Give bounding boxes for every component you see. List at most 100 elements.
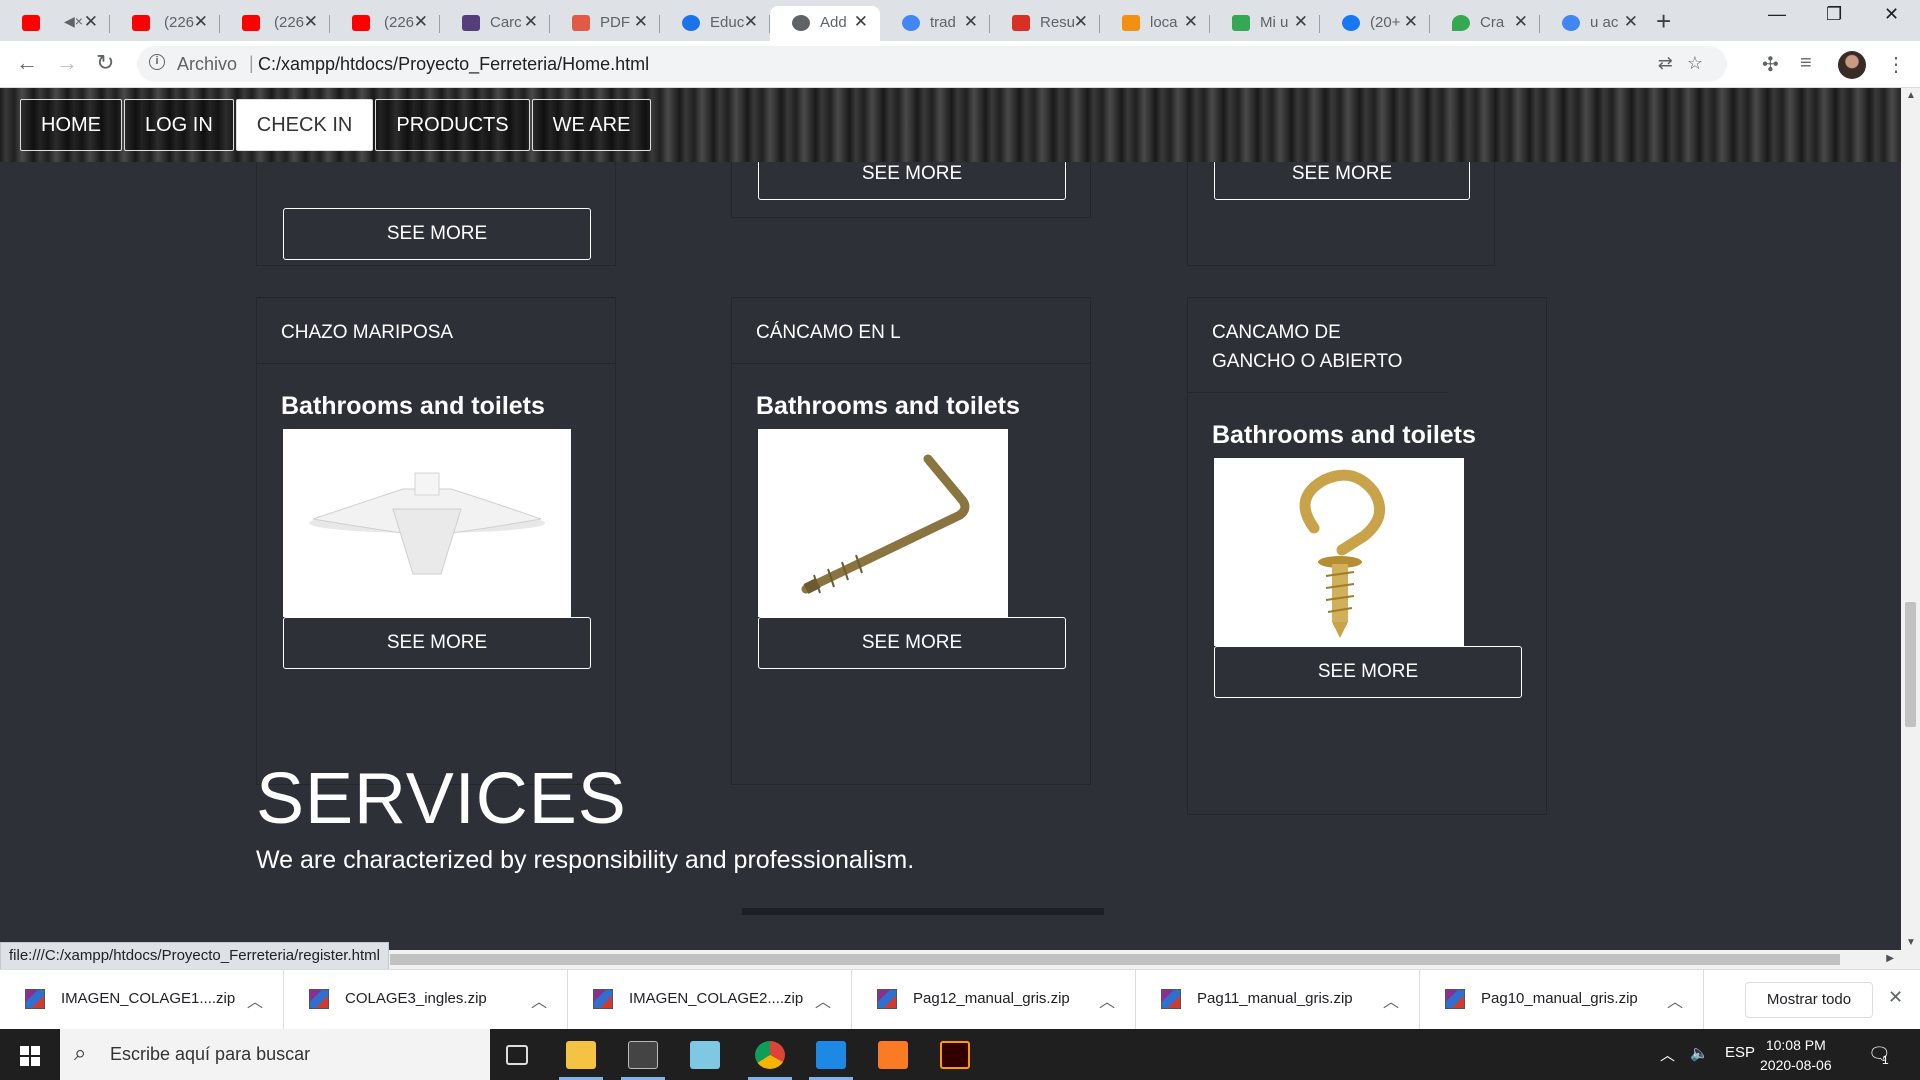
language-indicator[interactable]: ESP bbox=[1725, 1044, 1755, 1061]
volume-icon[interactable]: 🔈 bbox=[1690, 1044, 1709, 1062]
minimize-button[interactable]: — bbox=[1768, 4, 1786, 25]
chevron-up-icon[interactable]: ︿ bbox=[1383, 988, 1399, 1012]
browser-tab[interactable]: PDF ✕ bbox=[550, 6, 660, 41]
extensions-icon[interactable]: ✣ bbox=[1762, 52, 1779, 77]
close-tab-icon[interactable]: ✕ bbox=[854, 12, 868, 32]
see-more-button[interactable]: SEE MORE bbox=[283, 208, 591, 260]
close-tab-icon[interactable]: ✕ bbox=[524, 12, 538, 32]
close-tab-icon[interactable]: ✕ bbox=[1294, 12, 1308, 32]
google-icon bbox=[1562, 15, 1580, 31]
browser-tab[interactable]: Carc ✕ bbox=[440, 6, 550, 41]
close-tab-icon[interactable]: ✕ bbox=[1514, 12, 1528, 32]
close-icon[interactable]: ✕ bbox=[1888, 987, 1903, 1008]
browser-tab[interactable]: (20+ ✕ bbox=[1320, 6, 1430, 41]
file-explorer-icon[interactable] bbox=[566, 1041, 596, 1069]
close-tab-icon[interactable]: ✕ bbox=[84, 12, 98, 32]
product-card: CHAZO MARIPOSA Bathrooms and toilets SEE… bbox=[256, 297, 616, 785]
show-all-downloads-button[interactable]: Mostrar todo bbox=[1745, 982, 1873, 1018]
nav-check-in[interactable]: CHECK IN bbox=[235, 99, 374, 151]
reload-button[interactable]: ↻ bbox=[96, 50, 114, 76]
close-tab-icon[interactable]: ✕ bbox=[964, 12, 978, 32]
browser-tab[interactable]: trad ✕ bbox=[880, 6, 990, 41]
close-tab-icon[interactable]: ✕ bbox=[414, 12, 428, 32]
nav-products[interactable]: PRODUCTS bbox=[375, 99, 530, 151]
scroll-down-arrow-icon[interactable]: ▼ bbox=[1906, 937, 1916, 948]
nav-home[interactable]: HOME bbox=[20, 99, 122, 151]
download-filename: Pag10_manual_gris.zip bbox=[1481, 990, 1638, 1007]
menu-icon[interactable]: ⋮ bbox=[1886, 52, 1906, 77]
address-url[interactable]: C:/xampp/htdocs/Proyecto_Ferreteria/Home… bbox=[258, 54, 649, 75]
product-image bbox=[283, 429, 571, 617]
windows-taskbar: ⌕ Escribe aquí para buscar ︿ 🔈 ESP 10:08… bbox=[0, 1029, 1920, 1080]
browser-tab[interactable]: Cra ✕ bbox=[1430, 6, 1540, 41]
close-tab-icon[interactable]: ✕ bbox=[744, 12, 758, 32]
scroll-right-arrow-icon[interactable]: ▶ bbox=[1886, 953, 1894, 964]
chevron-up-icon[interactable]: ︿ bbox=[815, 988, 831, 1012]
horizontal-scrollbar-thumb[interactable] bbox=[390, 954, 1840, 965]
download-item[interactable]: Pag10_manual_gris.zip ︿ bbox=[1420, 970, 1704, 1030]
forward-button[interactable]: → bbox=[56, 50, 78, 76]
translate-icon[interactable]: ⇄ bbox=[1658, 53, 1687, 73]
see-more-button[interactable]: SEE MORE bbox=[758, 617, 1066, 669]
close-tab-icon[interactable]: ✕ bbox=[1184, 12, 1198, 32]
download-filename: Pag11_manual_gris.zip bbox=[1197, 990, 1353, 1007]
chrome-icon[interactable] bbox=[755, 1041, 785, 1069]
browser-tab[interactable]: Mi u ✕ bbox=[1210, 6, 1320, 41]
browser-tab-active[interactable]: Add ✕ bbox=[770, 6, 880, 41]
browser-tab[interactable]: (226 ✕ bbox=[110, 6, 220, 41]
audio-muted-icon[interactable]: ◀× bbox=[64, 13, 83, 30]
browser-tab[interactable]: (226 ✕ bbox=[220, 6, 330, 41]
task-view-icon[interactable] bbox=[506, 1045, 528, 1065]
browser-tab[interactable]: Educ ✕ bbox=[660, 6, 770, 41]
cup-hook-icon bbox=[1299, 469, 1386, 638]
chevron-up-icon[interactable]: ︿ bbox=[1667, 988, 1683, 1012]
notepad-icon[interactable] bbox=[690, 1041, 720, 1069]
close-tab-icon[interactable]: ✕ bbox=[304, 12, 318, 32]
clock-date: 2020-08-06 bbox=[1760, 1057, 1832, 1073]
back-button[interactable]: ← bbox=[16, 50, 38, 76]
browser-tab[interactable]: ◀× ✕ bbox=[0, 6, 110, 41]
notion-icon[interactable] bbox=[628, 1041, 658, 1069]
vscode-icon[interactable] bbox=[816, 1041, 846, 1069]
new-tab-button[interactable]: + bbox=[1656, 6, 1671, 37]
chevron-up-icon[interactable]: ︿ bbox=[531, 988, 547, 1012]
see-more-button[interactable]: SEE MORE bbox=[283, 617, 591, 669]
close-window-button[interactable]: ✕ bbox=[1884, 4, 1899, 25]
vertical-scrollbar[interactable]: ▲ ▼ bbox=[1901, 88, 1920, 950]
download-item[interactable]: Pag12_manual_gris.zip ︿ bbox=[852, 970, 1136, 1030]
download-item[interactable]: Pag11_manual_gris.zip ︿ bbox=[1136, 970, 1420, 1030]
scrollbar-thumb[interactable] bbox=[1905, 602, 1916, 727]
browser-tab[interactable]: Resu ✕ bbox=[990, 6, 1100, 41]
close-tab-icon[interactable]: ✕ bbox=[1074, 12, 1088, 32]
nav-login[interactable]: LOG IN bbox=[124, 99, 234, 151]
xampp-icon[interactable] bbox=[878, 1041, 908, 1069]
close-tab-icon[interactable]: ✕ bbox=[1404, 12, 1418, 32]
chevron-up-icon[interactable]: ︿ bbox=[1660, 1044, 1675, 1065]
product-image bbox=[758, 429, 1008, 617]
windows-start-icon[interactable] bbox=[20, 1046, 40, 1066]
browser-tab[interactable]: loca ✕ bbox=[1100, 6, 1210, 41]
download-item[interactable]: IMAGEN_COLAGE2....zip ︿ bbox=[568, 970, 852, 1030]
media-control-icon[interactable]: ≡ bbox=[1800, 52, 1812, 75]
nav-we-are[interactable]: WE ARE bbox=[531, 99, 652, 151]
close-tab-icon[interactable]: ✕ bbox=[1624, 12, 1638, 32]
restore-button[interactable]: ❐ bbox=[1826, 4, 1842, 25]
profile-avatar[interactable] bbox=[1838, 51, 1866, 79]
chevron-up-icon[interactable]: ︿ bbox=[247, 988, 263, 1012]
chevron-up-icon[interactable]: ︿ bbox=[1099, 988, 1115, 1012]
info-icon[interactable]: i bbox=[149, 54, 165, 70]
download-item[interactable]: IMAGEN_COLAGE1....zip ︿ bbox=[0, 970, 284, 1030]
scroll-up-arrow-icon[interactable]: ▲ bbox=[1906, 90, 1916, 101]
bookmark-star-icon[interactable]: ☆ bbox=[1687, 53, 1717, 73]
address-bar[interactable]: i Archivo | C:/xampp/htdocs/Proyecto_Fer… bbox=[137, 46, 1727, 82]
close-tab-icon[interactable]: ✕ bbox=[194, 12, 208, 32]
system-clock[interactable]: 10:08 PM 2020-08-06 bbox=[1760, 1035, 1832, 1075]
download-filename: COLAGE3_ingles.zip bbox=[345, 990, 487, 1007]
browser-tab[interactable]: u ac ✕ bbox=[1540, 6, 1650, 41]
close-tab-icon[interactable]: ✕ bbox=[634, 12, 648, 32]
browser-tab[interactable]: (226 ✕ bbox=[330, 6, 440, 41]
taskbar-search[interactable]: ⌕ Escribe aquí para buscar bbox=[60, 1029, 490, 1080]
illustrator-icon[interactable] bbox=[940, 1041, 970, 1069]
see-more-button[interactable]: SEE MORE bbox=[1214, 646, 1522, 698]
download-item[interactable]: COLAGE3_ingles.zip ︿ bbox=[284, 970, 568, 1030]
